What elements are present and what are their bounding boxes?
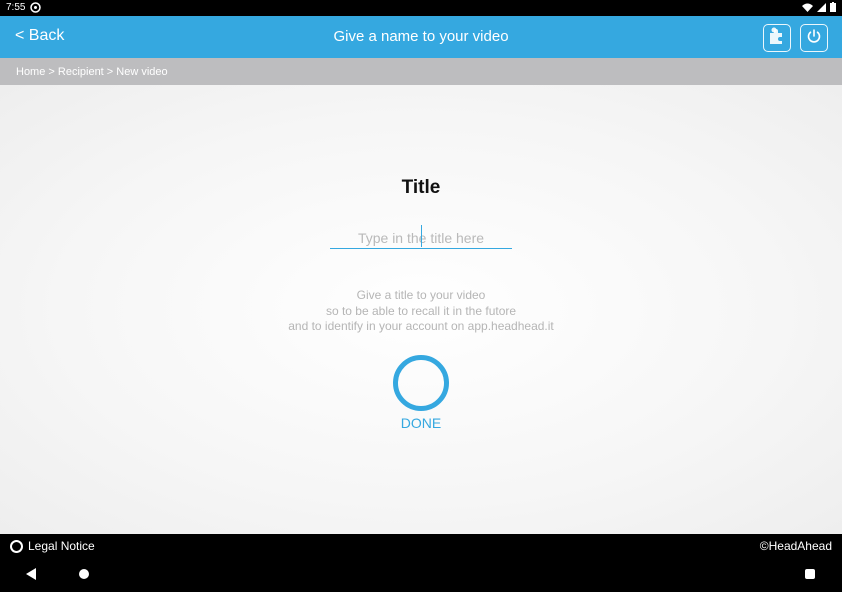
help-text: Give a title to your video so to be able… [0,288,842,335]
done-label[interactable]: DONE [0,415,842,431]
copyright-text: ©HeadAhead [759,539,832,553]
done-button[interactable] [393,355,449,411]
system-nav-bar [0,558,842,592]
signal-icon [817,2,826,15]
main-content: Title Give a title to your video so to b… [0,85,842,534]
battery-icon [830,2,836,15]
page-title: Give a name to your video [333,28,509,45]
legal-notice-label: Legal Notice [28,539,95,553]
puzzle-icon [768,27,786,50]
wifi-icon [802,3,813,15]
notification-icon [30,2,41,16]
status-bar: 7:55 [0,0,842,16]
status-icons [802,2,836,15]
help-line: and to identify in your account on app.h… [288,319,554,333]
power-button[interactable] [800,24,828,52]
circle-icon [10,539,23,553]
text-caret [421,225,422,247]
help-line: Give a title to your video [356,288,486,302]
nav-recents-icon[interactable] [805,569,815,579]
nav-home-icon[interactable] [79,569,89,579]
help-line: so to be able to recall it in the futore [325,303,517,318]
legal-notice-link[interactable]: Legal Notice [10,539,95,553]
footer: Legal Notice ©HeadAhead [0,534,842,558]
form-heading: Title [401,177,441,198]
power-icon [806,28,822,49]
status-time: 7:55 [6,2,26,13]
puzzle-button[interactable] [763,24,791,52]
app-bar: < Back Give a name to your video [0,16,842,58]
breadcrumb: Home > Recipient > New video [0,58,842,85]
breadcrumb-text: Home > Recipient > New video [16,66,168,78]
nav-back-icon[interactable] [26,568,36,580]
